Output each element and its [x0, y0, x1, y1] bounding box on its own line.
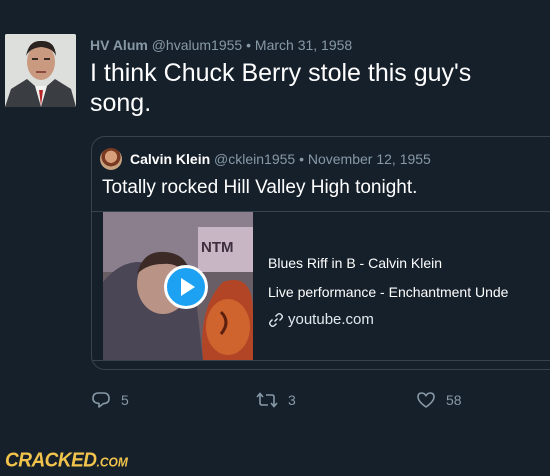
quoted-tweet-date[interactable]: November 12, 1955: [308, 151, 431, 167]
video-info[interactable]: Blues Riff in B - Calvin Klein Live perf…: [268, 254, 508, 328]
video-description: Live performance - Enchantment Unde: [268, 284, 509, 300]
header-separator: •: [246, 37, 252, 53]
link-icon: [268, 312, 284, 328]
reply-icon[interactable]: [91, 390, 111, 410]
video-title: Blues Riff in B - Calvin Klein: [268, 255, 443, 271]
quoted-author-name[interactable]: Calvin Klein: [130, 151, 210, 167]
quoted-tweet-card[interactable]: Calvin Klein @cklein1955 • November 12, …: [91, 136, 550, 370]
tweet-text: I think Chuck Berry stole this guy's son…: [90, 59, 472, 117]
thumbnail-sign-text: NTM: [201, 239, 234, 256]
play-button[interactable]: [164, 265, 208, 309]
author-handle[interactable]: @hvalum1955: [152, 37, 243, 53]
video-thumbnail[interactable]: NTM: [103, 212, 253, 360]
author-name[interactable]: HV Alum: [90, 37, 148, 53]
cracked-logo: CRACKED.COM: [5, 449, 128, 472]
like-action[interactable]: 58: [416, 390, 462, 410]
quoted-author-avatar[interactable]: [100, 148, 122, 170]
tweet-actions: 5 3 58: [91, 390, 491, 414]
reply-count: 5: [121, 392, 129, 408]
retweet-count: 3: [288, 392, 296, 408]
heart-icon[interactable]: [416, 390, 436, 410]
quoted-tweet-header: Calvin Klein @cklein1955 • November 12, …: [130, 151, 431, 167]
quoted-author-handle[interactable]: @cklein1955: [214, 151, 295, 167]
author-avatar[interactable]: [5, 34, 76, 107]
play-icon: [181, 278, 195, 296]
video-link-card[interactable]: NTM Blues Riff in B - Calvin Klein Live …: [92, 211, 550, 361]
reply-action[interactable]: 5: [91, 390, 129, 410]
video-domain: youtube.com: [268, 311, 508, 328]
retweet-icon[interactable]: [256, 390, 278, 410]
quoted-tweet-text: Totally rocked Hill Valley High tonight.: [102, 177, 418, 198]
video-domain-text: youtube.com: [288, 311, 374, 328]
tweet-header: HV Alum @hvalum1955 • March 31, 1958: [90, 37, 352, 53]
logo-brand: CRACKED: [5, 449, 97, 472]
like-count: 58: [446, 392, 462, 408]
logo-suffix: .COM: [96, 454, 128, 470]
tweet-date[interactable]: March 31, 1958: [255, 37, 352, 53]
quoted-header-separator: •: [299, 151, 304, 167]
retweet-action[interactable]: 3: [256, 390, 296, 410]
